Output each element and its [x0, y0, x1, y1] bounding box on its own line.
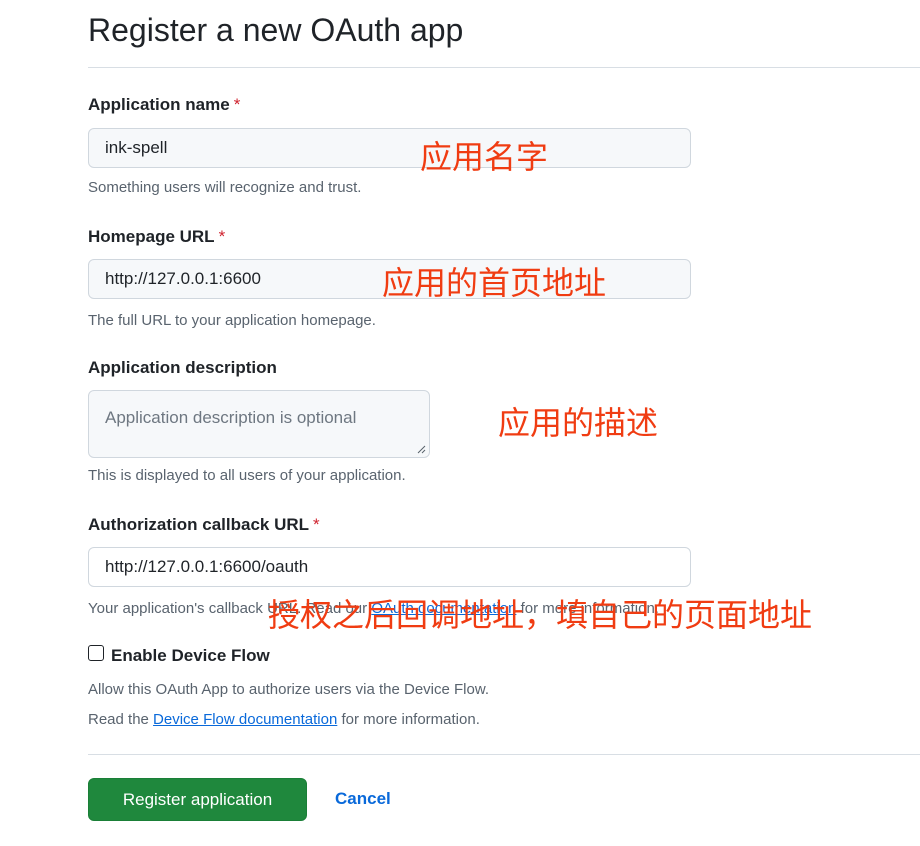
cancel-link[interactable]: Cancel	[335, 789, 391, 809]
page-title: Register a new OAuth app	[88, 12, 464, 48]
app-name-hint: Something users will recognize and trust…	[88, 179, 362, 196]
device-flow-label[interactable]: Enable Device Flow	[111, 646, 270, 666]
required-mark: *	[313, 515, 320, 534]
register-application-button[interactable]: Register application	[88, 778, 307, 821]
annotation-homepage: 应用的首页地址	[382, 264, 607, 302]
bottom-divider	[88, 754, 920, 755]
required-mark: *	[218, 227, 226, 246]
device-flow-doc-hint: Read the Device Flow documentation for m…	[88, 711, 480, 728]
app-name-label-text: Application name	[88, 95, 230, 114]
device-flow-hint: Allow this OAuth App to authorize users …	[88, 681, 490, 698]
device-flow-documentation-link[interactable]: Device Flow documentation	[153, 711, 337, 728]
annotation-callback: 授权之后回调地址，填自己的页面地址	[268, 596, 813, 634]
callback-url-label: Authorization callback URL *	[88, 515, 320, 535]
device-flow-hint-suffix: for more information.	[337, 711, 480, 728]
description-label-text: Application description	[88, 358, 277, 377]
callback-url-label-text: Authorization callback URL	[88, 515, 310, 534]
homepage-url-hint: The full URL to your application homepag…	[88, 312, 376, 329]
app-name-label: Application name *	[88, 95, 240, 115]
homepage-url-label-text: Homepage URL	[88, 227, 215, 246]
description-placeholder: Application description is optional	[105, 408, 357, 427]
annotation-app-name: 应用名字	[420, 138, 549, 176]
callback-url-input[interactable]: http://127.0.0.1:6600/oauth	[88, 547, 691, 587]
app-name-input[interactable]: ink-spell	[88, 128, 691, 168]
description-label: Application description	[88, 358, 277, 378]
resize-grip-icon[interactable]	[417, 445, 426, 454]
homepage-url-label: Homepage URL *	[88, 227, 225, 247]
description-textarea[interactable]: Application description is optional	[88, 390, 430, 458]
required-mark: *	[233, 95, 241, 114]
title-divider	[88, 67, 920, 68]
device-flow-checkbox[interactable]	[88, 645, 104, 661]
annotation-description: 应用的描述	[498, 404, 659, 442]
description-hint: This is displayed to all users of your a…	[88, 467, 406, 484]
device-flow-hint-prefix: Read the	[88, 711, 154, 728]
